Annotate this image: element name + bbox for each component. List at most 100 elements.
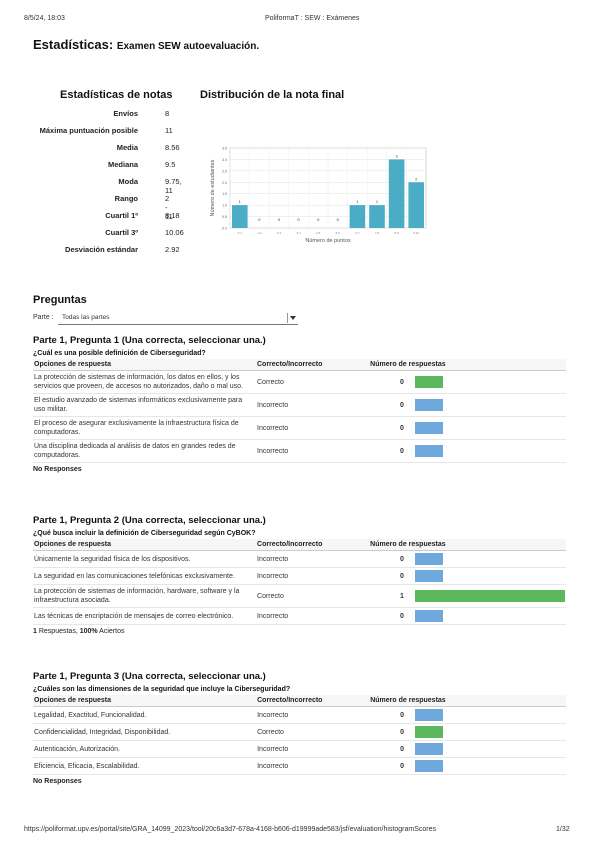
answer-result: Correcto bbox=[256, 370, 370, 394]
question-summary: 1 Respuestas, 100% Aciertos bbox=[33, 628, 566, 635]
question-block: Parte 1, Pregunta 2 (Una correcta, selec… bbox=[33, 515, 566, 635]
answer-count: 1 bbox=[369, 584, 414, 608]
answer-bar-cell bbox=[413, 723, 566, 741]
answer-result: Incorrecto bbox=[256, 567, 370, 585]
stat-value: 9.5 bbox=[165, 160, 176, 169]
answer-count: 0 bbox=[369, 393, 414, 417]
answer-result: Incorrecto bbox=[256, 607, 370, 625]
answer-result: Incorrecto bbox=[256, 706, 370, 724]
answer-count: 0 bbox=[369, 757, 414, 775]
summary-text: Respuestas, bbox=[36, 628, 80, 635]
page-title-main: Estadísticas: bbox=[33, 37, 114, 52]
stat-value: 10.06 bbox=[165, 228, 184, 237]
stat-label: Cuartil 3º bbox=[105, 228, 138, 237]
col-count-header: Número de respuestas bbox=[369, 539, 566, 551]
answer-option: Una disciplina dedicada al análisis de d… bbox=[33, 439, 256, 463]
answer-bar-cell bbox=[413, 607, 566, 625]
answer-bar bbox=[414, 726, 443, 738]
table-row: La protección de sistemas de información… bbox=[33, 370, 566, 394]
x-tick-label: 2-3 bbox=[277, 231, 282, 235]
score-histogram: 0.00.51.01.52.02.53.03.510-101-202-303-4… bbox=[210, 147, 427, 244]
histogram-bar bbox=[232, 205, 248, 228]
table-row: Legalidad, Exactitud, Funcionalidad. Inco… bbox=[33, 706, 566, 724]
histogram-bar bbox=[349, 205, 366, 228]
table-row: Una disciplina dedicada al análisis de d… bbox=[33, 439, 566, 463]
answer-option: Legalidad, Exactitud, Funcionalidad. bbox=[33, 706, 257, 724]
answers-table: Opciones de respuesta Correcto/Incorrecto… bbox=[33, 359, 566, 463]
answer-count: 0 bbox=[369, 550, 414, 568]
y-tick-label: 1.0 bbox=[222, 204, 227, 208]
col-count-header: Número de respuestas bbox=[369, 695, 566, 707]
answer-bar bbox=[414, 709, 443, 721]
stat-value: 8.56 bbox=[165, 143, 180, 152]
table-row: La seguridad en las comunicaciones telef… bbox=[33, 567, 566, 585]
distribution-heading: Distribución de la nota final bbox=[200, 89, 345, 101]
answer-bar bbox=[414, 445, 443, 457]
table-row: El estudio avanzado de sistemas informát… bbox=[33, 393, 566, 417]
x-tick-label: 3-4 bbox=[296, 231, 301, 235]
answer-option: El estudio avanzado de sistemas informát… bbox=[33, 393, 256, 417]
answer-option: La seguridad en las comunicaciones telef… bbox=[33, 567, 257, 585]
chevron-down-icon[interactable] bbox=[287, 313, 298, 323]
y-tick-label: 0.5 bbox=[222, 215, 227, 219]
col-correct-header: Correcto/Incorrecto bbox=[256, 539, 370, 551]
x-tick-label: 0-1 bbox=[238, 231, 243, 235]
answer-bar-cell bbox=[413, 439, 566, 463]
question-text: ¿Cuáles son las dimensiones de la seguri… bbox=[33, 686, 291, 693]
x-tick-label: 4-5 bbox=[316, 231, 321, 235]
y-tick-label: 1.5 bbox=[222, 192, 227, 196]
answer-result: Incorrecto bbox=[256, 439, 370, 463]
answer-option: El proceso de asegurar exclusivamente la… bbox=[33, 416, 256, 440]
answer-bar-cell bbox=[413, 706, 566, 724]
y-tick-label: 3.5 bbox=[222, 147, 227, 151]
question-text: ¿Qué busca incluir la definición de Cibe… bbox=[33, 530, 256, 537]
stat-label: Desviación estándar bbox=[65, 245, 138, 254]
histogram-bar bbox=[369, 205, 385, 228]
stats-heading: Estadísticas de notas bbox=[60, 89, 173, 101]
answer-bar bbox=[414, 376, 443, 388]
answer-option: Las técnicas de encriptación de mensajes… bbox=[33, 607, 257, 625]
part-filter-select[interactable]: Todas las partes bbox=[58, 311, 298, 325]
histogram-bar bbox=[408, 182, 424, 228]
stat-label: Mediana bbox=[107, 160, 138, 169]
stat-label: Media bbox=[116, 143, 138, 152]
stat-value: 2.92 bbox=[165, 245, 180, 254]
x-tick-label: 7-8 bbox=[375, 231, 380, 235]
answer-result: Incorrecto bbox=[256, 757, 370, 775]
stat-label: Envíos bbox=[113, 109, 138, 118]
histogram-bar bbox=[388, 159, 405, 228]
answer-bar bbox=[414, 743, 443, 755]
answer-bar-cell bbox=[413, 416, 566, 440]
answer-count: 0 bbox=[369, 706, 414, 724]
question-title: Parte 1, Pregunta 1 (Una correcta, selec… bbox=[33, 335, 266, 346]
question-summary: No Responses bbox=[33, 778, 566, 785]
answer-count: 0 bbox=[369, 723, 414, 741]
table-row: Eficiencia, Eficacia, Escalabilidad. Inco… bbox=[33, 757, 566, 775]
stat-value: 11 bbox=[165, 126, 173, 135]
col-correct-header: Correcto/Incorrecto bbox=[256, 359, 370, 371]
table-row: La protección de sistemas de información… bbox=[33, 584, 566, 608]
answer-option: Eficiencia, Eficacia, Escalabilidad. bbox=[33, 757, 257, 775]
x-tick-label: 8-9 bbox=[394, 231, 399, 235]
question-block: Parte 1, Pregunta 1 (Una correcta, selec… bbox=[33, 335, 566, 473]
col-option-header: Opciones de respuesta bbox=[33, 359, 256, 371]
stat-label: Cuartil 1º bbox=[105, 211, 138, 220]
col-correct-header: Correcto/Incorrecto bbox=[256, 695, 370, 707]
y-axis-label: Número de estudiantes bbox=[210, 159, 216, 216]
answer-result: Incorrecto bbox=[256, 393, 370, 417]
answer-bar bbox=[414, 399, 443, 411]
y-tick-label: 0.0 bbox=[222, 227, 227, 231]
print-date: 8/5/24, 18:03 bbox=[24, 15, 65, 22]
part-filter-label: Parte : bbox=[33, 314, 54, 321]
x-tick-label: 6-7 bbox=[355, 231, 360, 235]
x-tick-label: 1-2 bbox=[257, 231, 262, 235]
answer-result: Correcto bbox=[256, 723, 370, 741]
col-option-header: Opciones de respuesta bbox=[33, 695, 257, 707]
question-text: ¿Cuál es una posible definición de Ciber… bbox=[33, 350, 206, 357]
x-axis-label: Número de puntos bbox=[305, 238, 350, 244]
summary-bold: No Responses bbox=[33, 778, 82, 785]
answer-count: 0 bbox=[369, 439, 414, 463]
y-tick-label: 2.5 bbox=[222, 169, 227, 173]
y-tick-label: 3.0 bbox=[222, 158, 227, 162]
question-title: Parte 1, Pregunta 2 (Una correcta, selec… bbox=[33, 515, 266, 526]
